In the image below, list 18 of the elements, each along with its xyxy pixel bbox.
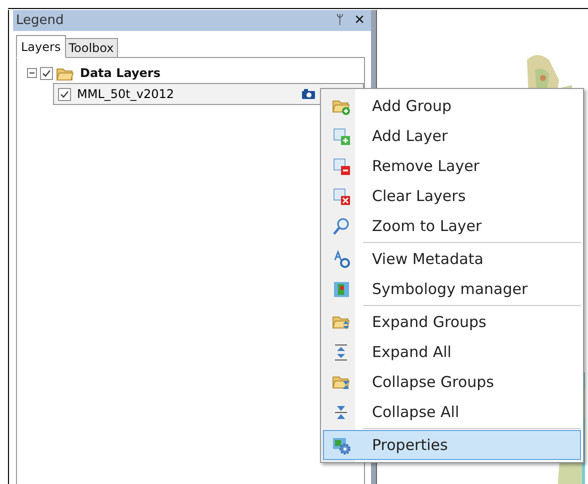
menu-item[interactable]: Expand All [323,337,581,367]
tab[interactable]: Toolbox [64,38,118,58]
menu-item[interactable]: Collapse All [323,397,581,427]
tab[interactable]: Layers [16,35,66,58]
menu-item[interactable]: Expand Groups [323,307,581,337]
menu-item[interactable]: Clear Layers [323,181,581,211]
menu-item[interactable]: View Metadata [323,244,581,274]
menu-item[interactable]: Zoom to Layer [323,211,581,241]
menu-item[interactable]: Collapse Groups [323,367,581,397]
menu-item[interactable]: Remove Layer [323,151,581,181]
group-label[interactable]: Data Layers [80,66,160,80]
menu-item[interactable]: Symbology manager [323,274,581,304]
close-button[interactable]: ✕ [354,13,365,28]
menu-item[interactable]: Add Layer [323,121,581,151]
pin-button[interactable]: ᛘ [336,13,344,28]
panel-title: Legend [16,13,65,28]
layer-label: MML_50t_v2012 [77,87,174,101]
menu-item[interactable]: Properties [323,430,581,460]
